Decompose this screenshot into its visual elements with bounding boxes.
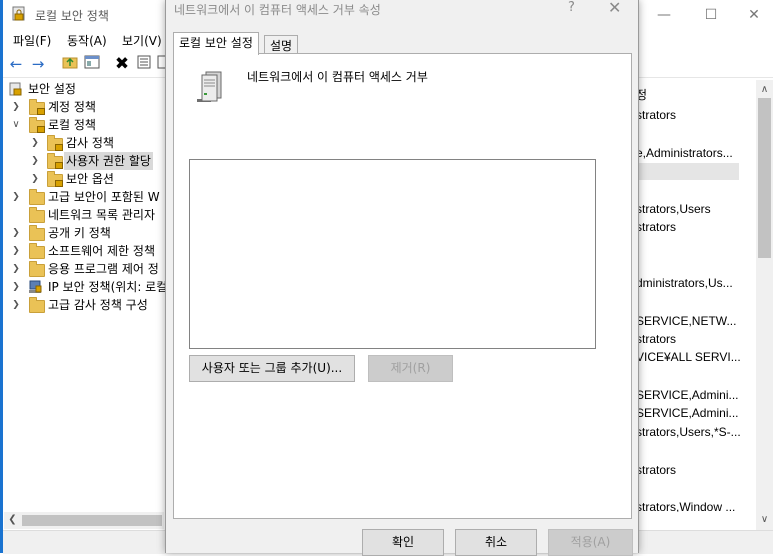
list-item[interactable]: strators <box>636 463 676 477</box>
expand-arrow-icon[interactable]: ❯ <box>11 98 21 116</box>
maximize-button[interactable]: ☐ <box>700 4 722 26</box>
menu-view[interactable]: 보기(V) <box>122 32 162 49</box>
list-item[interactable]: strators,Users,*S-... <box>636 425 741 439</box>
vertical-scroll-thumb[interactable] <box>758 98 771 258</box>
window-accent-border <box>0 0 3 553</box>
tree-item-label: 계정 정책 <box>48 100 96 114</box>
list-item-highlighted[interactable] <box>636 163 739 180</box>
console-tree: 보안 설정 ❯ 계정 정책 ∨ 로컬 정책 ❯ 감사 정책 ❯ 사용자 권한 할… <box>4 80 168 512</box>
cancel-button[interactable]: 취소 <box>455 529 537 556</box>
list-item[interactable]: strators,Window ... <box>636 500 735 512</box>
collapse-arrow-icon[interactable]: ∨ <box>11 116 21 134</box>
close-button[interactable]: ✕ <box>743 4 765 26</box>
ok-button[interactable]: 확인 <box>362 529 444 556</box>
scroll-up-icon[interactable]: ∧ <box>756 84 773 95</box>
list-item[interactable]: strators <box>636 220 676 234</box>
help-button[interactable]: ? <box>568 0 575 15</box>
list-item[interactable]: e,Administrators... <box>636 146 733 160</box>
folder-icon <box>29 99 45 115</box>
expand-arrow-icon[interactable]: ❯ <box>11 224 21 242</box>
folder-icon <box>29 297 45 313</box>
tree-item-label: 고급 보안이 포함된 W <box>48 190 160 204</box>
tree-item-label: 보안 설정 <box>28 82 76 96</box>
expand-arrow-icon[interactable]: ❯ <box>30 134 40 152</box>
properties-dialog: 네트워크에서 이 컴퓨터 액세스 거부 속성 ? ✕ 로컬 보안 설정 설명 네… <box>165 0 639 556</box>
app-icon <box>12 6 26 22</box>
tree-item-label: 고급 감사 정책 구성 <box>48 298 148 312</box>
up-folder-icon[interactable] <box>61 55 79 73</box>
tree-item-label: IP 보안 정책(위치: 로컬 <box>48 280 168 294</box>
tab-page-local-security-setting: 네트워크에서 이 컴퓨터 액세스 거부 사용자 또는 그룹 추가(U)... 제… <box>173 53 632 519</box>
expand-arrow-icon[interactable]: ❯ <box>11 296 21 314</box>
tree-item-label: 공개 키 정책 <box>48 226 111 240</box>
expand-arrow-icon[interactable]: ❯ <box>11 188 21 206</box>
server-computer-icon <box>195 69 225 103</box>
horizontal-scroll-thumb[interactable] <box>22 515 162 526</box>
tree-item-label: 감사 정책 <box>66 136 114 150</box>
forward-arrow-icon[interactable]: → <box>29 55 47 73</box>
policy-list-panel: 정 strators e,Administrators... strators,… <box>636 80 756 512</box>
tree-item-label: 소프트웨어 제한 정책 <box>48 244 155 258</box>
apply-button[interactable]: 적용(A) <box>548 529 633 556</box>
folder-icon <box>47 171 63 187</box>
list-item[interactable]: SERVICE,NETW... <box>636 314 736 328</box>
users-groups-list[interactable] <box>189 159 596 349</box>
list-item[interactable]: VICE¥ALL SERVI... <box>636 350 741 364</box>
folder-icon <box>29 189 45 205</box>
show-hide-tree-icon[interactable] <box>83 55 101 73</box>
expand-arrow-icon[interactable]: ❯ <box>11 278 21 296</box>
tree-item-label: 네트워크 목록 관리자 <box>48 208 155 222</box>
folder-icon <box>29 243 45 259</box>
minimize-button[interactable]: — <box>653 4 675 26</box>
dialog-close-button[interactable]: ✕ <box>608 0 621 17</box>
tree-item-label: 로컬 정책 <box>48 118 96 132</box>
list-item[interactable]: SERVICE,Admini... <box>636 406 738 420</box>
tab-local-security-setting[interactable]: 로컬 보안 설정 <box>173 32 259 55</box>
folder-icon <box>47 153 63 169</box>
scroll-down-icon[interactable]: ∨ <box>756 514 773 525</box>
menu-file[interactable]: 파일(F) <box>13 32 51 49</box>
list-item[interactable]: SERVICE,Admini... <box>636 388 738 402</box>
expand-arrow-icon[interactable]: ❯ <box>30 152 40 170</box>
tree-item-label: 응용 프로그램 제어 정 <box>48 262 159 276</box>
folder-icon <box>29 225 45 241</box>
scroll-left-icon[interactable]: ❮ <box>4 514 21 525</box>
properties-icon[interactable] <box>135 55 153 73</box>
remove-button[interactable]: 제거(R) <box>368 355 453 382</box>
list-item[interactable]: strators <box>636 108 676 122</box>
window-title: 로컬 보안 정책 <box>35 9 109 23</box>
list-item[interactable]: strators <box>636 332 676 346</box>
delete-icon[interactable]: ✖ <box>113 55 131 73</box>
folder-icon <box>29 207 45 223</box>
tree-item-label: 보안 옵션 <box>66 172 114 186</box>
folder-icon <box>29 117 45 133</box>
list-item[interactable]: strators,Users <box>636 202 711 216</box>
tab-explain[interactable]: 설명 <box>264 35 299 55</box>
list-item[interactable]: dministrators,Us... <box>636 276 733 290</box>
menu-action[interactable]: 동작(A) <box>67 32 107 49</box>
policy-name-label: 네트워크에서 이 컴퓨터 액세스 거부 <box>247 70 428 84</box>
folder-icon <box>47 135 63 151</box>
security-settings-icon <box>9 82 23 96</box>
expand-arrow-icon[interactable]: ❯ <box>11 260 21 278</box>
ip-security-icon <box>28 280 42 294</box>
tree-item-label: 사용자 권한 할당 <box>64 152 153 170</box>
expand-arrow-icon[interactable]: ❯ <box>30 170 40 188</box>
expand-arrow-icon[interactable]: ❯ <box>11 242 21 260</box>
folder-icon <box>29 261 45 277</box>
dialog-title: 네트워크에서 이 컴퓨터 액세스 거부 속성 <box>174 3 381 17</box>
add-user-or-group-button[interactable]: 사용자 또는 그룹 추가(U)... <box>189 355 355 382</box>
back-arrow-icon[interactable]: ← <box>7 55 25 73</box>
